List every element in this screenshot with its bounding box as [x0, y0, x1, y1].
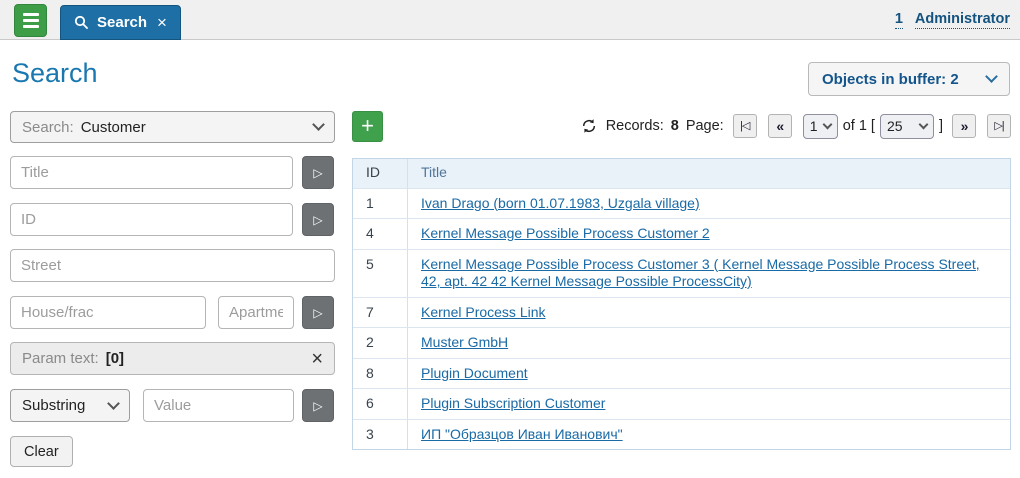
- table-header-row: ID Title: [353, 159, 1010, 189]
- column-header-title: Title: [408, 159, 1010, 188]
- administrator-link[interactable]: Administrator: [915, 11, 1010, 29]
- row-id-cell: 3: [353, 420, 408, 450]
- title-submit-button[interactable]: ▷: [302, 156, 334, 189]
- value-input[interactable]: [143, 389, 294, 422]
- table-body: 1 Ivan Drago (born 01.07.1983, Uzgala vi…: [353, 189, 1010, 450]
- records-count: 8: [671, 118, 679, 134]
- tab-search[interactable]: Search ×: [60, 5, 181, 40]
- records-toolbar: Records: 8 Page: |◁ « 1 of 1 [ 25 ] » ▷|: [400, 112, 1011, 140]
- row-id-cell: 7: [353, 298, 408, 328]
- address-submit-button[interactable]: ▷: [302, 296, 334, 329]
- search-type-value: Customer: [81, 119, 146, 136]
- prev-page-button[interactable]: «: [768, 114, 792, 138]
- user-links: 1 Administrator: [895, 11, 1010, 29]
- street-input[interactable]: [10, 249, 335, 282]
- tab-close-icon[interactable]: ×: [155, 14, 167, 31]
- table-row: 5 Kernel Message Possible Process Custom…: [353, 250, 1010, 298]
- title-input[interactable]: [10, 156, 293, 189]
- records-label: Records:: [606, 118, 664, 134]
- row-id-cell: 1: [353, 189, 408, 219]
- chevron-down-icon: [107, 397, 120, 410]
- param-text-count: [0]: [106, 350, 124, 367]
- house-input[interactable]: [10, 296, 206, 329]
- table-row: 3 ИП "Образцов Иван Иванович": [353, 420, 1010, 450]
- record-link[interactable]: Kernel Process Link: [421, 304, 546, 320]
- value-submit-button[interactable]: ▷: [302, 389, 334, 422]
- table-row: 1 Ivan Drago (born 01.07.1983, Uzgala vi…: [353, 189, 1010, 220]
- chevron-down-icon: [919, 120, 929, 130]
- bracket-close-label: ]: [939, 118, 943, 134]
- next-page-button[interactable]: »: [952, 114, 976, 138]
- hamburger-menu-button[interactable]: [14, 4, 47, 37]
- table-row: 6 Plugin Subscription Customer: [353, 389, 1010, 420]
- hamburger-icon: [23, 13, 39, 16]
- row-title-cell: Ivan Drago (born 01.07.1983, Uzgala vill…: [408, 189, 1010, 219]
- id-submit-button[interactable]: ▷: [302, 203, 334, 236]
- row-id-cell: 8: [353, 359, 408, 389]
- row-title-cell: ИП "Образцов Иван Иванович": [408, 420, 1010, 450]
- match-mode-select[interactable]: Substring: [10, 389, 130, 422]
- row-title-cell: Muster GmbH: [408, 328, 1010, 358]
- add-record-button[interactable]: +: [352, 111, 383, 142]
- search-type-select[interactable]: Search: Customer: [10, 111, 335, 143]
- user-count-link[interactable]: 1: [895, 11, 903, 29]
- row-id-cell: 2: [353, 328, 408, 358]
- table-row: 8 Plugin Document: [353, 359, 1010, 390]
- record-link[interactable]: Kernel Message Possible Process Customer…: [421, 256, 980, 290]
- search-page: Search × 1 Administrator Search Objects …: [0, 0, 1020, 478]
- row-title-cell: Plugin Document: [408, 359, 1010, 389]
- search-icon: [74, 15, 89, 30]
- chevron-down-icon: [822, 120, 832, 130]
- apartment-input[interactable]: [218, 296, 294, 329]
- top-bar: Search × 1 Administrator: [0, 0, 1020, 40]
- record-link[interactable]: Plugin Subscription Customer: [421, 395, 605, 411]
- of-pages-label: of 1 [: [843, 118, 875, 134]
- objects-in-buffer-dropdown[interactable]: Objects in buffer: 2: [808, 62, 1010, 96]
- row-title-cell: Plugin Subscription Customer: [408, 389, 1010, 419]
- chevron-down-icon: [985, 70, 998, 83]
- row-title-cell: Kernel Message Possible Process Customer…: [408, 219, 1010, 249]
- tab-search-label: Search: [97, 14, 147, 31]
- param-text-bar: Param text: [0] ×: [10, 342, 335, 375]
- objects-in-buffer-label: Objects in buffer: 2: [822, 71, 959, 88]
- table-row: 2 Muster GmbH: [353, 328, 1010, 359]
- param-text-label: Param text:: [22, 350, 99, 367]
- last-page-button[interactable]: ▷|: [987, 114, 1011, 138]
- page-title: Search: [12, 58, 98, 89]
- results-table: ID Title 1 Ivan Drago (born 01.07.1983, …: [352, 158, 1011, 450]
- row-title-cell: Kernel Message Possible Process Customer…: [408, 250, 1010, 297]
- chevron-down-icon: [312, 118, 325, 131]
- record-link[interactable]: Kernel Message Possible Process Customer…: [421, 225, 710, 241]
- record-link[interactable]: Plugin Document: [421, 365, 528, 381]
- page-label: Page:: [686, 118, 724, 134]
- record-link[interactable]: ИП "Образцов Иван Иванович": [421, 426, 623, 442]
- first-page-button[interactable]: |◁: [733, 114, 757, 138]
- search-type-label: Search:: [22, 119, 74, 136]
- row-id-cell: 6: [353, 389, 408, 419]
- param-close-icon[interactable]: ×: [311, 349, 323, 369]
- per-page-select[interactable]: 25: [880, 114, 934, 139]
- clear-button[interactable]: Clear: [10, 436, 73, 467]
- page-number-select[interactable]: 1: [803, 114, 838, 139]
- column-header-id: ID: [353, 159, 408, 188]
- row-id-cell: 4: [353, 219, 408, 249]
- table-row: 4 Kernel Message Possible Process Custom…: [353, 219, 1010, 250]
- match-mode-value: Substring: [22, 397, 85, 414]
- refresh-icon[interactable]: [581, 118, 597, 134]
- table-row: 7 Kernel Process Link: [353, 298, 1010, 329]
- record-link[interactable]: Muster GmbH: [421, 334, 508, 350]
- id-input[interactable]: [10, 203, 293, 236]
- row-id-cell: 5: [353, 250, 408, 297]
- record-link[interactable]: Ivan Drago (born 01.07.1983, Uzgala vill…: [421, 195, 700, 211]
- row-title-cell: Kernel Process Link: [408, 298, 1010, 328]
